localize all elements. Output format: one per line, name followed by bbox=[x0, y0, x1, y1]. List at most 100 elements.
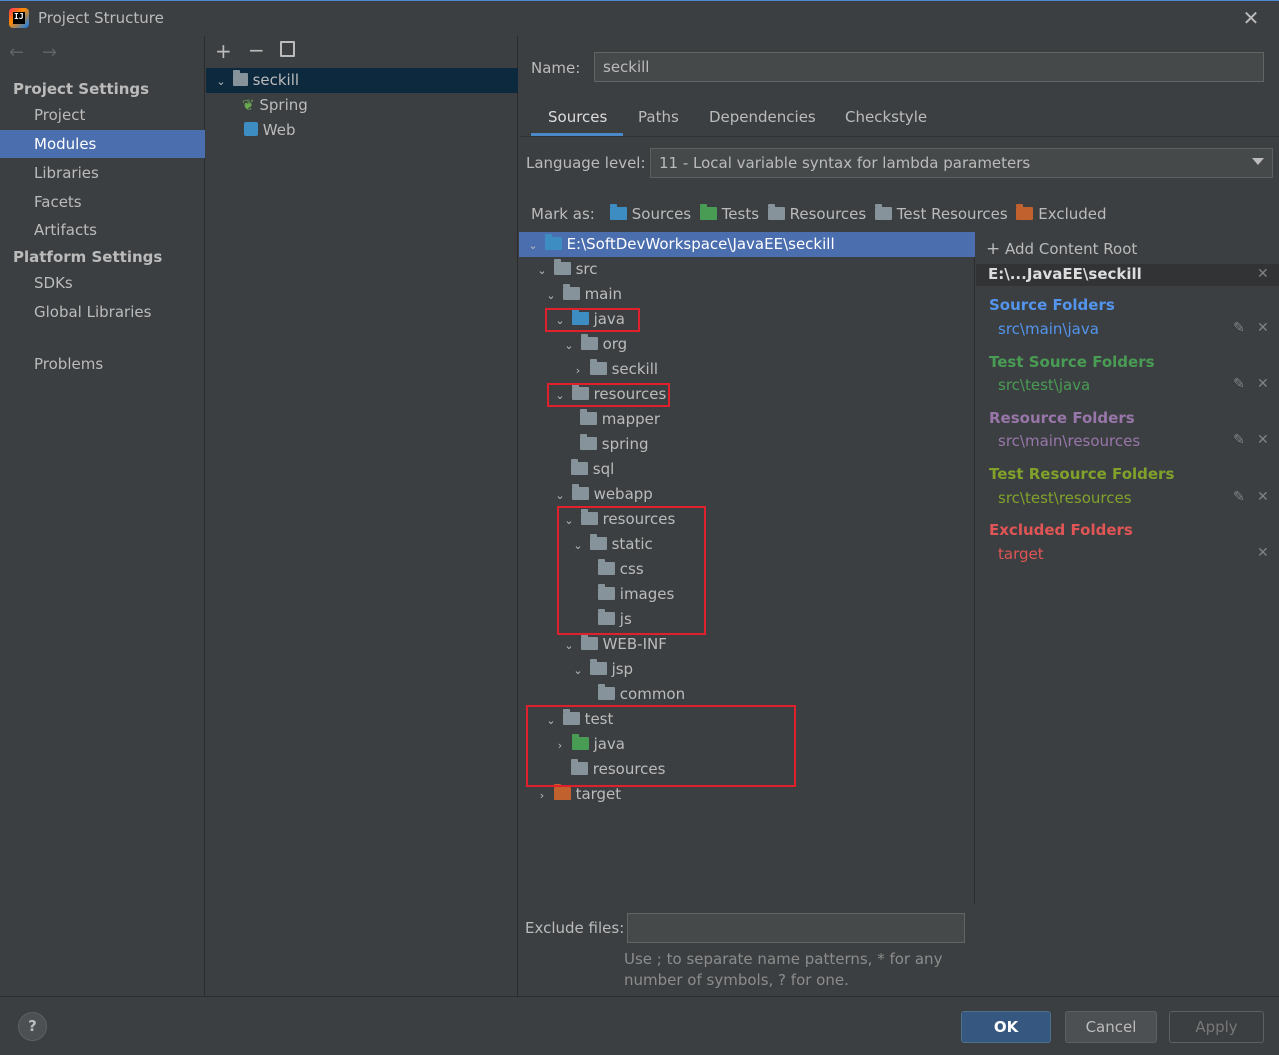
active-tab-indicator bbox=[531, 133, 623, 136]
folder-icon bbox=[589, 659, 607, 675]
tree-node-web-inf[interactable]: ⌄ WEB-INF bbox=[519, 632, 975, 657]
web-facet-icon bbox=[244, 122, 258, 136]
folder-icon bbox=[544, 234, 562, 250]
source-folder-path[interactable]: src\main\java bbox=[998, 320, 1099, 338]
tests-folder-icon bbox=[699, 204, 717, 220]
mark-test-resources-button[interactable]: Test Resources bbox=[875, 204, 1008, 223]
modules-panel bbox=[206, 36, 518, 996]
tree-node-spring[interactable]: spring bbox=[519, 432, 975, 457]
window-title: Project Structure bbox=[38, 9, 164, 27]
tree-node-common[interactable]: common bbox=[519, 682, 975, 707]
annotation-box bbox=[547, 383, 670, 407]
exclude-files-input[interactable] bbox=[627, 913, 965, 943]
excluded-folders-header: Excluded Folders bbox=[989, 521, 1133, 539]
facet-spring[interactable]: ❦ Spring bbox=[206, 93, 518, 118]
tree-node-webapp[interactable]: ⌄ webapp bbox=[519, 482, 975, 507]
help-button[interactable]: ? bbox=[18, 1012, 47, 1041]
module-icon bbox=[232, 70, 248, 86]
excluded-folder-icon bbox=[553, 784, 571, 800]
sidebar-item-problems[interactable]: Problems bbox=[0, 350, 205, 378]
spring-leaf-icon: ❦ bbox=[242, 96, 255, 114]
mark-sources-button[interactable]: Sources bbox=[610, 204, 691, 223]
sidebar-item-modules[interactable]: Modules bbox=[0, 130, 205, 158]
mark-resources-button[interactable]: Resources bbox=[767, 204, 866, 223]
annotation-box bbox=[557, 506, 706, 635]
edit-icon[interactable]: ✎ bbox=[1233, 320, 1245, 336]
package-icon bbox=[589, 359, 607, 375]
tree-node-sql[interactable]: sql bbox=[519, 457, 975, 482]
tree-node-main[interactable]: ⌄ main bbox=[519, 282, 975, 307]
resource-folder-path[interactable]: src\main\resources bbox=[998, 432, 1140, 450]
remove-icon[interactable]: ✕ bbox=[1257, 545, 1269, 561]
package-icon bbox=[580, 334, 598, 350]
annotation-box bbox=[526, 705, 796, 787]
mark-as-label: Mark as: bbox=[531, 205, 595, 223]
tab-sources[interactable]: Sources bbox=[548, 108, 607, 126]
remove-icon[interactable]: − bbox=[248, 38, 265, 62]
remove-icon[interactable]: ✕ bbox=[1257, 432, 1269, 448]
source-folders-header: Source Folders bbox=[989, 296, 1115, 314]
tab-dependencies[interactable]: Dependencies bbox=[709, 108, 816, 126]
sidebar-item-libraries[interactable]: Libraries bbox=[0, 159, 205, 187]
edit-icon[interactable]: ✎ bbox=[1233, 489, 1245, 505]
folder-icon bbox=[598, 684, 615, 700]
apply-button[interactable]: Apply bbox=[1169, 1011, 1264, 1043]
cancel-button[interactable]: Cancel bbox=[1065, 1011, 1157, 1043]
add-content-root-button[interactable]: + Add Content Root bbox=[986, 239, 1137, 259]
excluded-folder-path[interactable]: target bbox=[998, 545, 1044, 563]
module-seckill[interactable]: ⌄ seckill bbox=[206, 68, 518, 93]
test-resource-folder-path[interactable]: src\test\resources bbox=[998, 489, 1132, 507]
module-name-input[interactable]: seckill bbox=[594, 52, 1264, 82]
folder-icon bbox=[580, 434, 597, 450]
sidebar-item-global-libraries[interactable]: Global Libraries bbox=[0, 298, 205, 326]
facet-web[interactable]: Web bbox=[206, 118, 518, 143]
tree-root[interactable]: ⌄ E:\SoftDevWorkspace\JavaEE\seckill bbox=[519, 232, 975, 257]
test-source-folder-path[interactable]: src\test\java bbox=[998, 376, 1090, 394]
name-label: Name: bbox=[531, 59, 581, 77]
sidebar-item-sdks[interactable]: SDKs bbox=[0, 269, 205, 297]
remove-icon[interactable]: ✕ bbox=[1257, 320, 1269, 336]
tree-node-seckill[interactable]: › seckill bbox=[519, 357, 975, 382]
folder-icon bbox=[580, 634, 598, 650]
sidebar-item-artifacts[interactable]: Artifacts bbox=[0, 216, 205, 244]
close-icon[interactable]: ✕ bbox=[1239, 6, 1263, 30]
edit-icon[interactable]: ✎ bbox=[1233, 432, 1245, 448]
exclude-hint-line-1: Use ; to separate name patterns, * for a… bbox=[624, 950, 943, 968]
chevron-down-icon[interactable]: ⌄ bbox=[526, 233, 540, 258]
mark-excluded-button[interactable]: Excluded bbox=[1016, 204, 1107, 223]
platform-settings-header: Platform Settings bbox=[13, 248, 163, 266]
tree-node-mapper[interactable]: mapper bbox=[519, 407, 975, 432]
sources-folder-icon bbox=[610, 204, 627, 220]
copy-icon[interactable] bbox=[280, 41, 295, 57]
forward-arrow-icon[interactable]: → bbox=[42, 42, 57, 63]
test-source-folders-header: Test Source Folders bbox=[989, 353, 1155, 371]
sidebar-item-facets[interactable]: Facets bbox=[0, 188, 205, 216]
language-level-label: Language level: bbox=[526, 154, 646, 172]
project-settings-header: Project Settings bbox=[13, 80, 150, 98]
tabs-divider bbox=[520, 136, 1279, 137]
tab-paths[interactable]: Paths bbox=[638, 108, 679, 126]
edit-icon[interactable]: ✎ bbox=[1233, 376, 1245, 392]
add-icon[interactable]: + bbox=[215, 39, 232, 63]
mark-tests-button[interactable]: Tests bbox=[699, 204, 759, 223]
tree-node-src[interactable]: ⌄ src bbox=[519, 257, 975, 282]
remove-icon[interactable]: ✕ bbox=[1257, 489, 1269, 505]
language-level-select[interactable]: 11 - Local variable syntax for lambda pa… bbox=[650, 148, 1273, 178]
ok-button[interactable]: OK bbox=[961, 1011, 1051, 1043]
folder-icon bbox=[571, 459, 588, 475]
remove-icon[interactable]: ✕ bbox=[1257, 376, 1269, 392]
exclude-files-label: Exclude files: bbox=[525, 919, 625, 937]
facet-label: Web bbox=[262, 121, 296, 139]
chevron-down-icon[interactable] bbox=[1252, 158, 1264, 165]
chevron-down-icon[interactable]: ⌄ bbox=[214, 69, 228, 94]
module-label: seckill bbox=[252, 71, 300, 89]
tab-checkstyle[interactable]: Checkstyle bbox=[845, 108, 927, 126]
tree-node-org[interactable]: ⌄ org bbox=[519, 332, 975, 357]
resource-folders-header: Resource Folders bbox=[989, 409, 1135, 427]
remove-content-root-icon[interactable]: ✕ bbox=[1257, 266, 1269, 282]
back-arrow-icon[interactable]: ← bbox=[9, 42, 24, 63]
tree-node-jsp[interactable]: ⌄ jsp bbox=[519, 657, 975, 682]
annotation-box bbox=[545, 308, 640, 332]
add-icon: + bbox=[986, 239, 1001, 259]
sidebar-item-project[interactable]: Project bbox=[0, 101, 205, 129]
